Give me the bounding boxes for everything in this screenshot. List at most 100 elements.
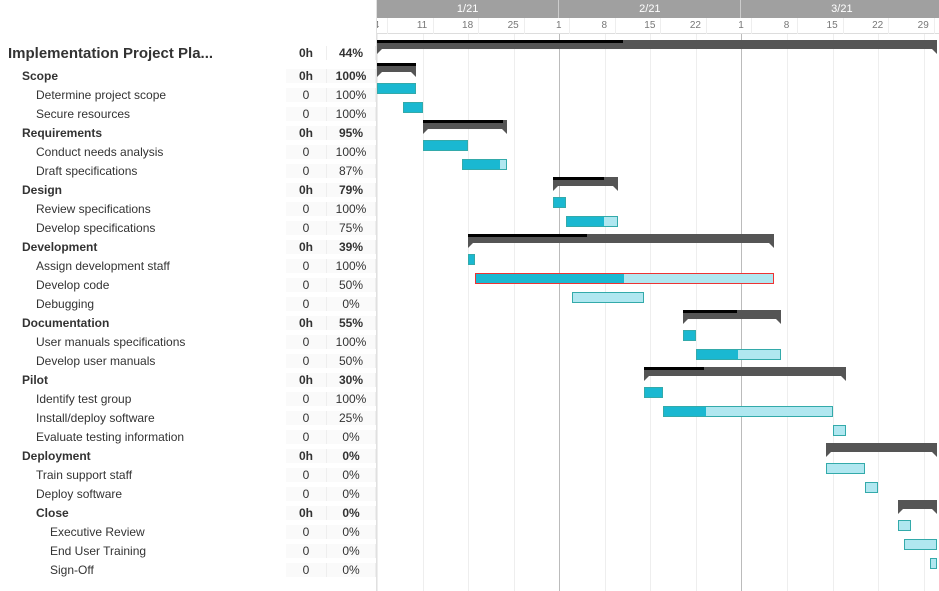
task-bar[interactable] [696, 349, 781, 360]
summary-progress [468, 234, 587, 237]
task-bar[interactable] [572, 292, 644, 303]
task-row[interactable]: Secure resources0100% [0, 104, 376, 123]
bar-row [377, 402, 939, 421]
summary-row[interactable]: Documentation0h55% [0, 313, 376, 332]
task-name: Development [22, 240, 286, 254]
summary-row[interactable]: Scope0h100% [0, 66, 376, 85]
summary-row[interactable]: Requirements0h95% [0, 123, 376, 142]
task-row[interactable]: User manuals specifications0100% [0, 332, 376, 351]
task-row[interactable]: Determine project scope0100% [0, 85, 376, 104]
task-bar[interactable] [553, 197, 566, 208]
task-percent: 30% [326, 373, 376, 387]
summary-bar[interactable] [683, 310, 781, 319]
task-percent: 100% [326, 88, 376, 102]
timeline-pane[interactable]: 1/212/213/21 411182518152218152229 [376, 0, 939, 591]
task-row[interactable]: Deploy software00% [0, 484, 376, 503]
task-bar[interactable] [904, 539, 937, 550]
task-row[interactable]: Sign-Off00% [0, 560, 376, 579]
task-row[interactable]: Train support staff00% [0, 465, 376, 484]
task-row[interactable]: Identify test group0100% [0, 389, 376, 408]
task-bar[interactable] [663, 406, 832, 417]
task-progress [554, 198, 565, 207]
task-bar[interactable] [403, 102, 423, 113]
bar-row [377, 79, 939, 98]
summary-row[interactable]: Deployment0h0% [0, 446, 376, 465]
task-name: Scope [22, 69, 286, 83]
task-hours: 0 [286, 487, 326, 501]
bar-row [377, 136, 939, 155]
task-row[interactable]: Install/deploy software025% [0, 408, 376, 427]
bar-row [377, 554, 939, 573]
task-hours: 0 [286, 221, 326, 235]
task-row[interactable]: Review specifications0100% [0, 199, 376, 218]
task-bar[interactable] [462, 159, 508, 170]
summary-row[interactable]: Design0h79% [0, 180, 376, 199]
task-bar[interactable] [930, 558, 937, 569]
task-bar[interactable] [423, 140, 469, 151]
task-hours: 0h [286, 373, 326, 387]
task-name: Deployment [22, 449, 286, 463]
task-row[interactable]: Draft specifications087% [0, 161, 376, 180]
task-percent: 100% [326, 69, 376, 83]
summary-bar[interactable] [898, 500, 937, 509]
task-bar[interactable] [644, 387, 664, 398]
task-row[interactable]: Debugging00% [0, 294, 376, 313]
bar-row [377, 535, 939, 554]
task-name: User manuals specifications [36, 335, 286, 349]
task-percent: 0% [326, 525, 376, 539]
task-row[interactable]: Develop specifications075% [0, 218, 376, 237]
task-progress [469, 255, 474, 264]
summary-row[interactable]: Close0h0% [0, 503, 376, 522]
task-row[interactable]: End User Training00% [0, 541, 376, 560]
task-name: Implementation Project Pla... [8, 45, 286, 62]
task-percent: 50% [326, 354, 376, 368]
task-percent: 0% [326, 297, 376, 311]
summary-bar[interactable] [644, 367, 846, 376]
task-bar[interactable] [566, 216, 618, 227]
task-bar[interactable] [468, 254, 475, 265]
task-percent: 55% [326, 316, 376, 330]
task-percent: 0% [326, 544, 376, 558]
summary-row[interactable]: Development0h39% [0, 237, 376, 256]
task-percent: 0% [326, 430, 376, 444]
timeline-day-tick: 1 [548, 18, 570, 34]
summary-bar[interactable] [377, 63, 416, 72]
bar-row [377, 516, 939, 535]
task-name: Install/deploy software [36, 411, 286, 425]
task-hours: 0 [286, 392, 326, 406]
task-bar[interactable] [826, 463, 865, 474]
task-bar[interactable] [683, 330, 696, 341]
task-bar[interactable] [833, 425, 846, 436]
task-name: Conduct needs analysis [36, 145, 286, 159]
task-progress [404, 103, 422, 112]
task-bar[interactable] [377, 83, 416, 94]
summary-row[interactable]: Pilot0h30% [0, 370, 376, 389]
summary-row[interactable]: Implementation Project Pla...0h44% [0, 40, 376, 66]
summary-bar[interactable] [468, 234, 774, 243]
task-hours: 0h [286, 449, 326, 463]
timeline-month-label: 1/21 [377, 0, 559, 18]
summary-bar[interactable] [423, 120, 508, 129]
task-row[interactable]: Assign development staff0100% [0, 256, 376, 275]
task-progress [567, 217, 605, 226]
task-bar[interactable] [898, 520, 911, 531]
bar-row [377, 269, 939, 288]
task-row[interactable]: Develop code050% [0, 275, 376, 294]
bar-row [377, 250, 939, 269]
bar-row [377, 98, 939, 117]
task-hours: 0h [286, 316, 326, 330]
task-bar[interactable] [865, 482, 878, 493]
summary-bar[interactable] [377, 40, 937, 49]
task-row[interactable]: Conduct needs analysis0100% [0, 142, 376, 161]
timeline-day-tick: 11 [412, 18, 434, 34]
summary-bar[interactable] [553, 177, 618, 186]
task-row[interactable]: Develop user manuals050% [0, 351, 376, 370]
task-progress [463, 160, 501, 169]
task-row[interactable]: Executive Review00% [0, 522, 376, 541]
summary-progress [377, 40, 623, 43]
task-row[interactable]: Evaluate testing information00% [0, 427, 376, 446]
task-table: Implementation Project Pla...0h44%Scope0… [0, 0, 376, 591]
bar-row [377, 497, 939, 516]
task-bar[interactable] [475, 273, 774, 284]
summary-bar[interactable] [826, 443, 937, 452]
